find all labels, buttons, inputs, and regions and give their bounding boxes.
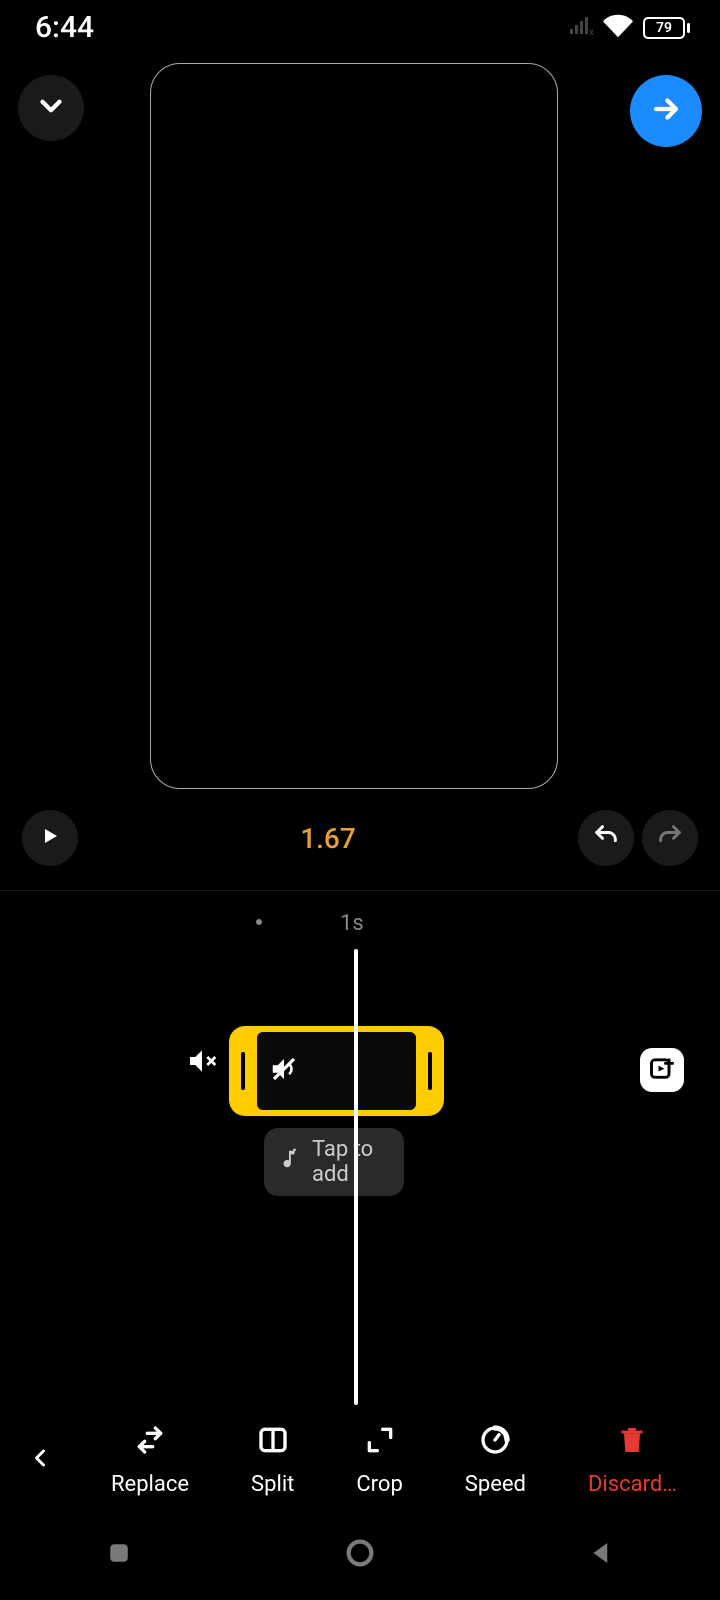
nav-home-button[interactable] <box>343 1536 377 1574</box>
add-clip-icon <box>648 1054 676 1086</box>
status-icons: x 79 <box>569 11 690 45</box>
arrow-right-icon <box>649 92 683 130</box>
status-bar: 6:44 x 79 <box>0 0 720 55</box>
player-controls: 1.67 <box>0 810 720 866</box>
toolbar-back-button[interactable] <box>0 1444 80 1476</box>
music-label: Tap to add <box>312 1137 404 1187</box>
status-time: 6:44 <box>35 10 94 45</box>
nav-back-button[interactable] <box>586 1538 616 1572</box>
svg-text:x: x <box>589 27 593 35</box>
split-icon <box>257 1424 289 1462</box>
clip-muted-icon <box>269 1054 299 1088</box>
split-label: Split <box>251 1472 294 1497</box>
edit-toolbar: Replace Split Crop Speed Discard… <box>0 1420 720 1500</box>
discard-button[interactable]: Discard… <box>588 1424 677 1497</box>
replace-icon <box>134 1424 166 1462</box>
music-note-icon <box>278 1148 300 1176</box>
video-clip[interactable] <box>229 1026 444 1116</box>
system-nav-bar <box>0 1510 720 1600</box>
close-button[interactable] <box>18 75 84 141</box>
wifi-icon <box>603 11 633 45</box>
chevron-left-icon <box>26 1444 54 1476</box>
timeline[interactable]: 1s Tap to add <box>0 891 720 1425</box>
battery-icon: 79 <box>643 17 690 39</box>
crop-button[interactable]: Crop <box>356 1424 402 1497</box>
replace-button[interactable]: Replace <box>111 1424 189 1497</box>
mute-track-button[interactable] <box>186 1045 218 1081</box>
battery-level: 79 <box>643 17 685 39</box>
speed-button[interactable]: Speed <box>465 1424 526 1497</box>
ruler-label: 1s <box>340 911 364 936</box>
discard-label: Discard… <box>588 1472 677 1497</box>
split-button[interactable]: Split <box>251 1424 294 1497</box>
current-time: 1.67 <box>78 822 578 855</box>
add-clip-button[interactable] <box>640 1048 684 1092</box>
speed-icon <box>479 1424 511 1462</box>
next-button[interactable] <box>630 75 702 147</box>
chevron-down-icon <box>34 89 68 127</box>
signal-icon: x <box>569 17 593 39</box>
redo-icon <box>656 822 684 854</box>
clip-trim-left[interactable] <box>229 1026 257 1116</box>
playhead[interactable] <box>354 949 358 1405</box>
play-icon <box>38 824 62 852</box>
replace-label: Replace <box>111 1472 189 1497</box>
undo-icon <box>592 822 620 854</box>
nav-recent-button[interactable] <box>104 1538 134 1572</box>
ruler-dot <box>256 919 262 925</box>
redo-button[interactable] <box>642 810 698 866</box>
clip-thumbnail[interactable] <box>257 1032 416 1110</box>
speaker-mute-icon <box>186 1045 218 1081</box>
trash-icon <box>616 1424 648 1462</box>
video-preview[interactable] <box>150 63 558 789</box>
add-music-button[interactable]: Tap to add <box>264 1128 404 1196</box>
crop-label: Crop <box>356 1472 402 1497</box>
undo-button[interactable] <box>578 810 634 866</box>
speed-label: Speed <box>465 1472 526 1497</box>
play-button[interactable] <box>22 810 78 866</box>
clip-trim-right[interactable] <box>416 1026 444 1116</box>
crop-icon <box>364 1424 396 1462</box>
